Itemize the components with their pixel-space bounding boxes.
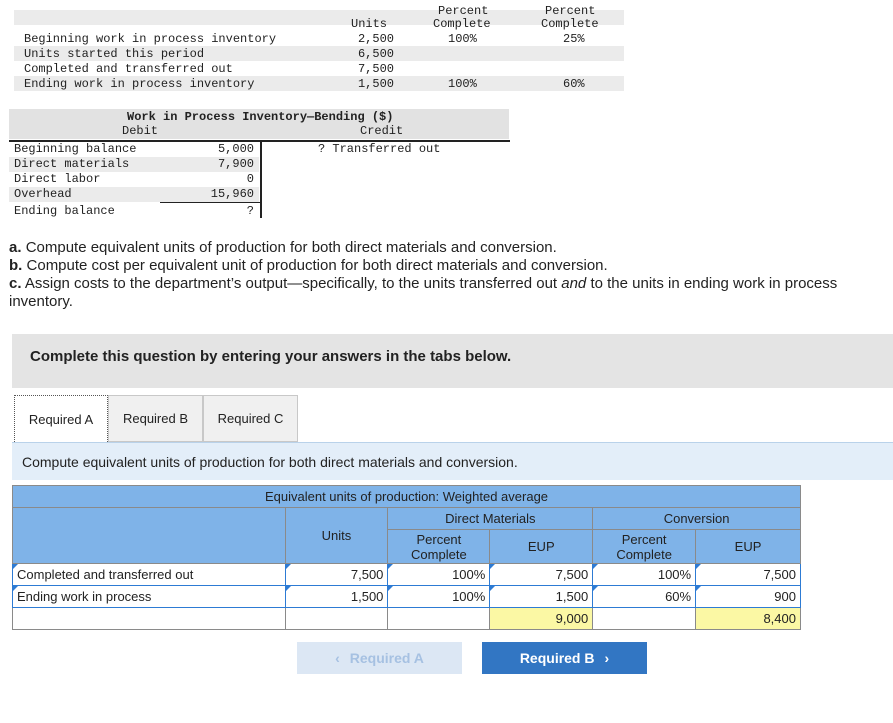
dm-pct-header: Percent Complete	[387, 529, 491, 564]
question-c-emphasis: and	[561, 275, 587, 292]
question-a-text: Compute equivalent units of production f…	[25, 239, 557, 256]
prev-button[interactable]: ‹ Required A	[297, 642, 462, 674]
tab-required-c[interactable]: Required C	[203, 395, 298, 442]
units-header: Units	[284, 507, 389, 564]
dm-eup-value: 1,500	[489, 585, 594, 608]
question-c-continued: inventory.	[9, 293, 73, 310]
row-label-input[interactable]: Completed and transferred out	[12, 563, 286, 586]
conv-eup-value: 7,500	[695, 563, 801, 586]
total-blank	[12, 607, 286, 630]
row-label: Ending work in process inventory	[24, 77, 255, 91]
units-input[interactable]: 1,500	[284, 585, 389, 608]
row-label-input[interactable]: Ending work in process	[12, 585, 286, 608]
instruction-text: Compute equivalent units of production f…	[22, 454, 518, 470]
pct-header: Complete	[541, 17, 599, 31]
total-blank	[387, 607, 491, 630]
eup-table: Equivalent units of production: Weighted…	[12, 485, 801, 630]
table-header-row: Equivalent units of production: Weighted…	[12, 485, 801, 508]
question-b: b. Compute cost per equivalent unit of p…	[9, 257, 608, 275]
row-label: Completed and transferred out	[24, 62, 233, 76]
t-account-credit: Credit	[360, 124, 404, 138]
dm-pct-value: 100%	[448, 32, 477, 46]
conv-header: Conversion	[592, 507, 801, 530]
conv-pct-header: Percent Complete	[592, 529, 697, 564]
t-row-value: 15,960	[210, 187, 254, 201]
question-c-prefix: c.	[9, 275, 22, 292]
question-c-text: Assign costs to the department’s output—…	[24, 275, 562, 292]
chevron-right-icon: ›	[604, 650, 610, 666]
table-row: Completed and transferred out 7,500 100%…	[12, 563, 801, 586]
units-value: 1,500	[357, 77, 394, 91]
question-a: a. Compute equivalent units of productio…	[9, 239, 557, 257]
instruction-bar: Compute equivalent units of production f…	[12, 442, 893, 480]
credit-entry: ? Transferred out	[318, 142, 441, 156]
dm-pct-input[interactable]: 100%	[387, 563, 491, 586]
table-row: Ending work in process 1,500 100% 1,500 …	[12, 585, 801, 608]
dm-header: Direct Materials	[387, 507, 594, 530]
question-b-text: Compute cost per equivalent unit of prod…	[26, 257, 608, 274]
next-button[interactable]: Required B ›	[482, 642, 647, 674]
pct-header-partial: Percent	[545, 4, 596, 18]
question-c: c. Assign costs to the department’s outp…	[9, 275, 837, 293]
question-b-prefix: b.	[9, 257, 23, 274]
ending-balance-value: ?	[246, 204, 254, 218]
t-account-divider	[260, 140, 262, 218]
units-value: 6,500	[357, 47, 394, 61]
table-header-row: Units Direct Materials Conversion	[12, 507, 801, 564]
dm-eup-total: 9,000	[489, 607, 594, 630]
t-row-label: Beginning balance	[14, 142, 137, 156]
sum-line	[160, 202, 260, 203]
conv-pct-value: 60%	[563, 77, 585, 91]
tab-required-b[interactable]: Required B	[108, 395, 203, 442]
question-a-prefix: a.	[9, 239, 22, 256]
conv-eup-value: 900	[695, 585, 801, 608]
units-value: 7,500	[357, 62, 394, 76]
conv-pct-input[interactable]: 100%	[592, 563, 697, 586]
conv-pct-input[interactable]: 60%	[592, 585, 697, 608]
instructions-banner: Complete this question by entering your …	[12, 334, 893, 388]
header-blank	[12, 507, 286, 564]
t-row-label: Direct labor	[14, 172, 101, 186]
question-c-text: to the units in ending work in process	[586, 275, 838, 292]
header-shade	[14, 10, 624, 25]
t-account-debit: Debit	[122, 124, 159, 138]
pct-header-partial: Percent	[438, 4, 489, 18]
t-account-title: Work in Process Inventory—Bending ($)	[127, 110, 394, 124]
row-label: Units started this period	[24, 47, 205, 61]
conv-eup-header: EUP	[695, 529, 801, 564]
t-row-label: Direct materials	[14, 157, 130, 171]
pct-header-line: Complete	[616, 546, 672, 562]
ending-balance-label: Ending balance	[14, 204, 115, 218]
banner-text: Complete this question by entering your …	[30, 348, 512, 365]
prev-button-label: Required A	[349, 650, 424, 666]
pct-header-line: Percent	[621, 531, 667, 547]
row-label: Beginning work in process inventory	[24, 32, 277, 46]
t-row-value: 5,000	[217, 142, 254, 156]
t-row-value: 0	[246, 172, 254, 186]
conv-eup-total: 8,400	[695, 607, 801, 630]
dm-eup-header: EUP	[489, 529, 594, 564]
pct-header-line: Complete	[411, 546, 467, 562]
dm-eup-value: 7,500	[489, 563, 594, 586]
pct-header-line: Percent	[416, 531, 462, 547]
conv-pct-value: 25%	[563, 32, 585, 46]
units-header: Units	[351, 17, 388, 31]
t-row-value: 7,900	[217, 157, 254, 171]
dm-pct-input[interactable]: 100%	[387, 585, 491, 608]
dm-pct-value: 100%	[448, 77, 477, 91]
units-value: 2,500	[357, 32, 394, 46]
tab-required-a[interactable]: Required A	[14, 395, 108, 442]
total-blank	[284, 607, 389, 630]
next-button-label: Required B	[519, 650, 595, 666]
units-input[interactable]: 7,500	[284, 563, 389, 586]
pct-header: Complete	[433, 17, 491, 31]
eup-table-title: Equivalent units of production: Weighted…	[12, 485, 801, 508]
total-blank	[592, 607, 697, 630]
total-row: 9,000 8,400	[12, 607, 801, 630]
chevron-left-icon: ‹	[335, 650, 340, 666]
t-row-label: Overhead	[14, 187, 72, 201]
